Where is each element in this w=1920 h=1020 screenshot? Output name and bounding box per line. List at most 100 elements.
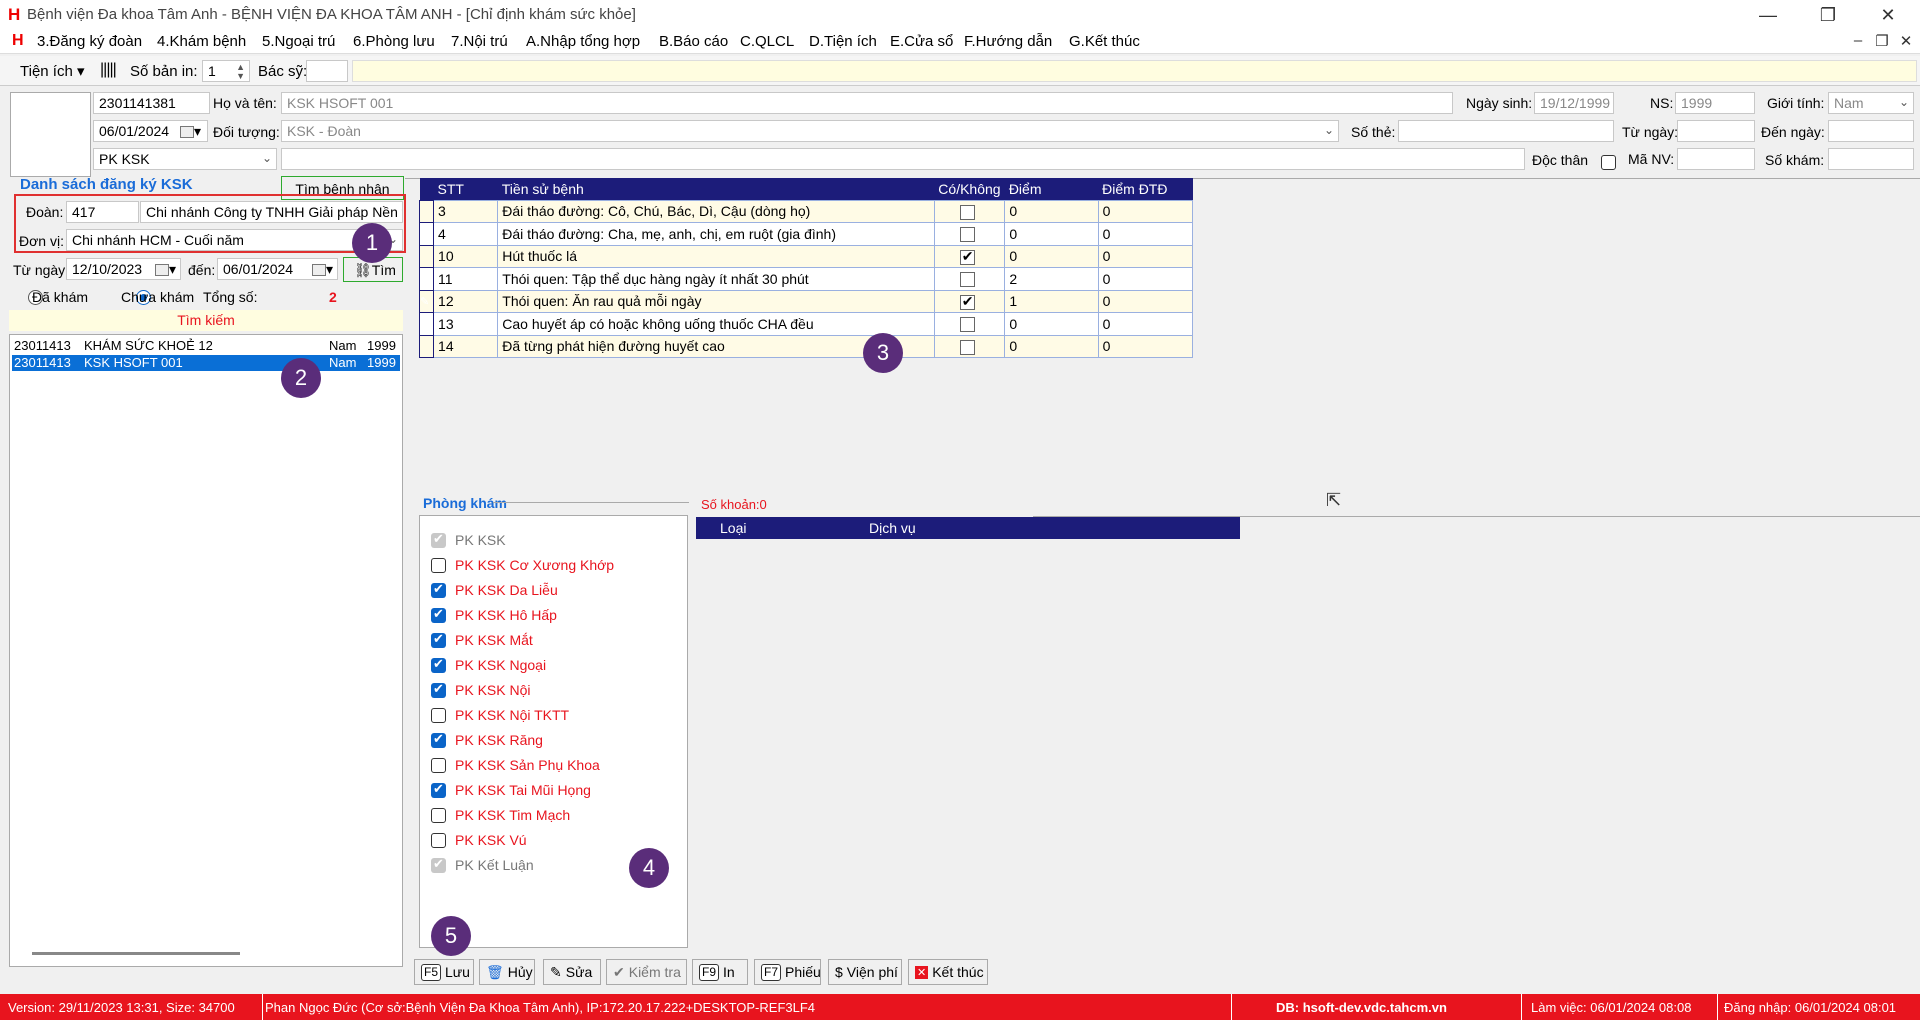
clinic-checkbox[interactable] [431,757,446,773]
menu-item-ket-thuc[interactable]: G.Kết thúc [1069,33,1140,50]
clinic-item[interactable]: PK KSK Răng [431,730,543,750]
doctor-name-field[interactable] [352,60,1917,82]
clinic-item[interactable]: PK Kết Luận [431,855,534,875]
staff-field[interactable] [1677,148,1755,170]
visit-date-field[interactable]: 06/01/2024 ▾ [93,120,208,142]
doctor-code-field[interactable] [306,60,348,82]
clinic-item[interactable]: PK KSK Nội [431,680,530,700]
yes-no-checkbox[interactable] [959,272,975,288]
table-row[interactable]: 14 Đã từng phát hiện đường huyết cao 0 0 [418,334,1194,358]
clinic-item[interactable]: PK KSK Vú [431,830,527,850]
stepper-arrows-icon[interactable]: ▲ ▼ [236,63,245,81]
list-item[interactable]: 23011413 KHÁM SỨC KHOẺ 12 Nam 1999 [12,338,400,354]
ns-field[interactable]: 1999 [1675,92,1755,114]
to-date-field[interactable] [1828,120,1914,142]
clinic-item[interactable]: PK KSK Da Liễu [431,580,558,600]
clinic-select[interactable]: PK KSK ⌄ [93,148,277,170]
clinic-checkbox[interactable] [431,781,446,798]
calendar-icon[interactable]: ▾ [179,123,201,140]
menu-item-noi-tru[interactable]: 7.Nội trú [451,33,508,50]
clinic-checkbox[interactable] [431,856,446,873]
slip-button[interactable]: F7 Phiếu [754,959,821,985]
fee-button[interactable]: $ Viện phí [828,959,902,985]
clinic-note-field[interactable] [281,148,1525,170]
calendar-icon[interactable]: ▾ [154,261,176,278]
exam-no-field[interactable] [1828,148,1914,170]
calendar-icon[interactable]: ▾ [311,261,333,278]
exit-button[interactable]: ✕ Kết thúc [908,959,988,985]
menu-item-kham-benh[interactable]: 4.Khám bệnh [157,33,246,50]
clinic-item[interactable]: PK KSK Tai Mũi Họng [431,780,591,800]
menu-item-bao-cao[interactable]: B.Báo cáo [659,33,728,50]
menu-item-nhap-tong-hop[interactable]: A.Nhập tổng hợp [526,33,640,50]
mdi-restore-icon[interactable]: ❐ [1872,32,1892,50]
menu-item-qlcl[interactable]: C.QLCL [740,33,794,50]
save-button[interactable]: F5 Lưu [414,959,474,985]
minimize-icon[interactable]: — [1748,2,1788,28]
clinic-checkbox[interactable] [431,631,446,648]
clinic-item[interactable]: PK KSK Mắt [431,630,533,650]
clinic-item[interactable]: PK KSK [431,530,506,550]
clinic-checkbox[interactable] [431,581,446,598]
table-row[interactable]: 4 Đái tháo đường: Cha, mẹ, anh, chị, em r… [418,222,1194,246]
card-field[interactable] [1398,120,1614,142]
yes-no-checkbox[interactable] [959,317,975,333]
cell-yes-no[interactable] [933,289,1006,313]
search-field[interactable]: Tìm kiếm [9,310,403,331]
yes-no-checkbox[interactable] [959,248,975,265]
reg-from-date-field[interactable]: 12/10/2023 ▾ [66,258,181,280]
from-date-field[interactable] [1677,120,1755,142]
table-row[interactable]: 13 Cao huyết áp có hoặc không uống thuốc … [418,312,1194,336]
object-select[interactable]: KSK - Đoàn ⌄ [281,120,1339,142]
yes-no-checkbox[interactable] [959,339,975,355]
check-button[interactable]: ✔ Kiểm tra [606,959,687,985]
reg-to-date-field[interactable]: 06/01/2024 ▾ [217,258,338,280]
menu-item-phong-luu[interactable]: 6.Phòng lưu [353,33,435,50]
clinic-item[interactable]: PK KSK Tim Mạch [431,805,570,825]
table-row[interactable]: 3 Đái tháo đường: Cô, Chú, Bác, Dì, Cậu (… [418,199,1194,223]
cell-yes-no[interactable] [933,334,1006,358]
menu-item-tien-ich[interactable]: D.Tiện ích [809,33,877,50]
cell-yes-no[interactable] [933,222,1006,246]
clinic-checkbox[interactable] [431,681,446,698]
print-button[interactable]: F9 In [692,959,748,985]
edit-button[interactable]: ✎ Sửa [543,959,601,985]
table-row[interactable]: 10Hút thuốc lá 00 [418,244,1194,268]
copies-stepper[interactable]: 1 ▲ ▼ [202,60,250,82]
group-name-field[interactable]: Chi nhánh Công ty TNHH Giải pháp Nền tản… [140,201,403,223]
restore-icon[interactable]: ❐ [1808,2,1848,28]
cell-yes-no[interactable] [933,312,1006,336]
menu-item-dang-ky-doan[interactable]: 3.Đăng ký đoàn [37,33,142,50]
clinic-item[interactable]: PK KSK Hô Hấp [431,605,557,625]
clinic-checkbox[interactable] [431,557,446,573]
clinic-item[interactable]: PK KSK Ngoại [431,655,546,675]
mdi-close-icon[interactable]: ✕ [1896,32,1916,50]
menu-item-cua-so[interactable]: E.Cửa sổ [890,33,953,50]
cell-yes-no[interactable] [933,199,1006,223]
table-row[interactable]: ✎12Thói quen: Ăn rau quả mỗi ngày 10 [418,289,1194,313]
barcode-icon[interactable]: ||||| [100,61,117,79]
clinic-item[interactable]: PK KSK Cơ Xương Khớp [431,555,614,575]
horizontal-scrollbar[interactable] [32,952,240,955]
clinic-checkbox[interactable] [431,531,446,548]
menu-item-ngoai-tru[interactable]: 5.Ngoại trú [262,33,335,50]
yes-no-checkbox[interactable] [959,227,975,243]
clinic-checkbox[interactable] [431,807,446,823]
group-code-field[interactable]: 417 [66,201,139,223]
clinic-item[interactable]: PK KSK Sản Phụ Khoa [431,755,600,775]
clinic-checkbox[interactable] [431,731,446,748]
clinic-item[interactable]: PK KSK Nội TKTT [431,705,569,725]
clinic-checkbox[interactable] [431,832,446,848]
utilities-menu[interactable]: Tiện ích ▾ [20,62,85,80]
table-row[interactable]: 11 Thói quen: Tập thể dục hàng ngày ít nh… [418,267,1194,291]
cell-yes-no[interactable] [933,244,1006,268]
yes-no-checkbox[interactable] [959,204,975,220]
gender-select[interactable]: Nam ⌄ [1828,92,1914,114]
patient-name-field[interactable]: KSK HSOFT 001 [281,92,1453,114]
cancel-button[interactable]: 🗑 Hủy [479,959,535,985]
mdi-minimize-icon[interactable]: – [1848,32,1868,49]
dob-field[interactable]: 19/12/1999 [1534,92,1614,114]
single-checkbox[interactable] [1601,154,1616,170]
clinic-checkbox[interactable] [431,707,446,723]
close-icon[interactable]: ✕ [1868,2,1908,28]
